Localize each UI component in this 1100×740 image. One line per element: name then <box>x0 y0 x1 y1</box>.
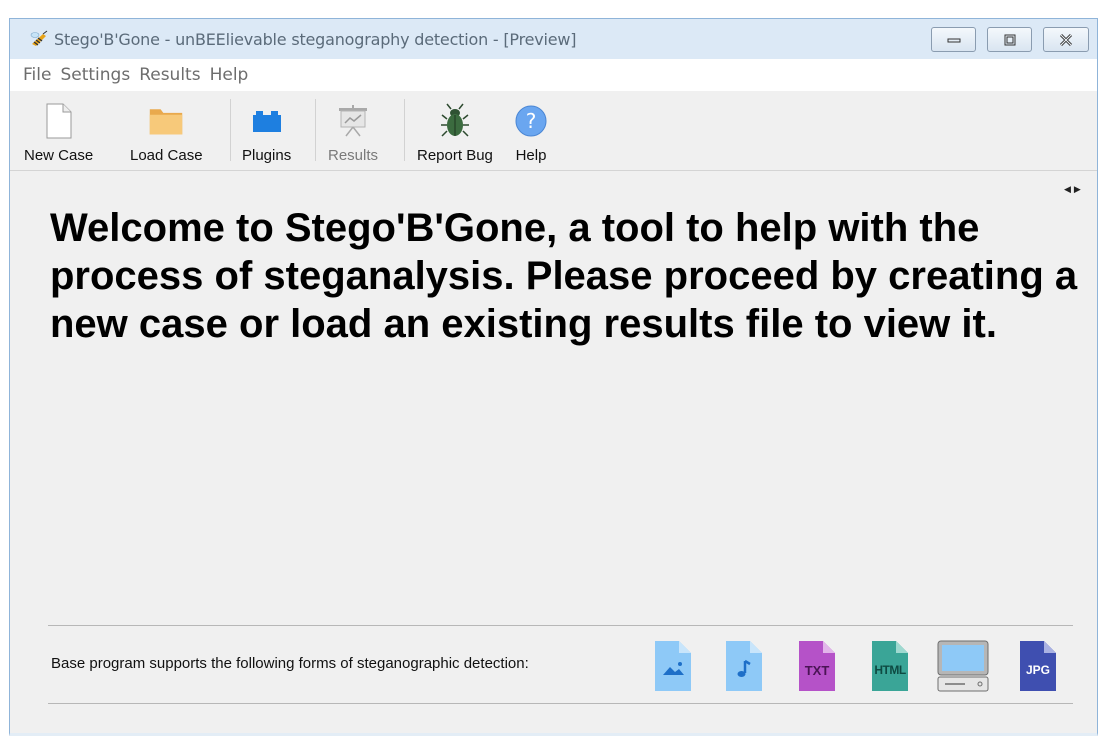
svg-text:?: ? <box>526 109 537 133</box>
txt-file-icon: TXT <box>797 639 837 693</box>
title-bar[interactable]: Stego'B'Gone - unBEElievable steganograp… <box>10 19 1097 59</box>
new-case-button[interactable]: New Case <box>24 103 93 164</box>
plugins-label: Plugins <box>242 147 292 164</box>
menu-settings[interactable]: Settings <box>60 65 130 85</box>
divider <box>48 625 1073 626</box>
help-button[interactable]: ? Help <box>513 103 549 164</box>
welcome-message: Welcome to Stego'B'Gone, a tool to help … <box>50 206 1078 346</box>
plugins-button[interactable]: Plugins <box>242 103 291 164</box>
new-case-label: New Case <box>24 147 94 164</box>
jpg-file-icon: JPG <box>1018 639 1058 693</box>
supports-text: Base program supports the following form… <box>51 655 529 672</box>
new-file-icon <box>46 103 72 139</box>
menu-bar: File Settings Results Help <box>10 59 1097 91</box>
splitter-arrows-icon[interactable]: ◀▶ <box>1064 184 1084 195</box>
toolbar: New Case Load Case Plugins Results Repor… <box>10 91 1097 171</box>
image-file-icon <box>655 641 691 691</box>
toolbar-separator <box>230 99 231 161</box>
bee-app-icon <box>30 30 48 46</box>
html-file-icon: HTML <box>870 639 910 693</box>
help-label: Help <box>515 147 547 164</box>
maximize-button[interactable] <box>987 27 1032 52</box>
divider <box>48 703 1073 704</box>
bug-icon <box>440 103 469 137</box>
results-button[interactable]: Results <box>328 103 378 164</box>
maximize-icon <box>1004 34 1015 45</box>
presentation-chart-icon <box>339 105 368 137</box>
minimize-button[interactable] <box>931 27 976 52</box>
close-button[interactable] <box>1043 27 1089 52</box>
jpg-file-label: JPG <box>1025 663 1050 677</box>
close-icon <box>1059 33 1073 46</box>
toolbar-separator <box>315 99 316 161</box>
window-title: Stego'B'Gone - unBEElievable steganograp… <box>54 30 577 49</box>
plugin-brick-icon <box>252 111 281 132</box>
results-label: Results <box>328 147 379 164</box>
txt-file-label: TXT <box>804 663 830 678</box>
menu-results[interactable]: Results <box>139 65 200 85</box>
audio-file-icon <box>726 641 762 691</box>
report-bug-label: Report Bug <box>417 147 493 164</box>
html-file-label: HTML <box>874 663 906 677</box>
minimize-icon <box>947 38 960 42</box>
report-bug-button[interactable]: Report Bug <box>417 103 493 164</box>
menu-help[interactable]: Help <box>210 65 249 85</box>
help-icon: ? <box>515 105 547 137</box>
menu-file[interactable]: File <box>23 65 51 85</box>
toolbar-separator <box>404 99 405 161</box>
computer-icon <box>937 640 989 692</box>
load-case-button[interactable]: Load Case <box>130 103 203 164</box>
app-window: Stego'B'Gone - unBEElievable steganograp… <box>9 18 1098 736</box>
folder-icon <box>150 109 183 135</box>
load-case-label: Load Case <box>130 147 203 164</box>
